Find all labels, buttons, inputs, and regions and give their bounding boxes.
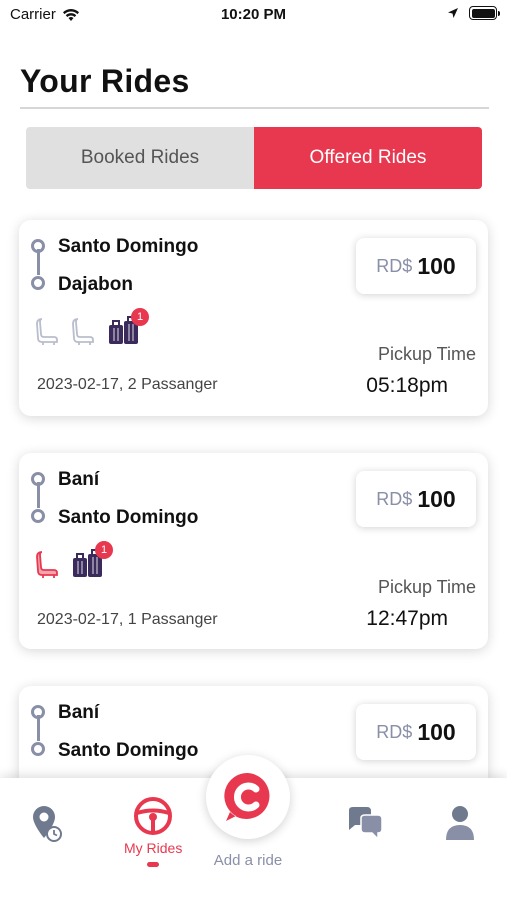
luggage-count-badge: 1 bbox=[95, 541, 113, 559]
ride-card[interactable]: Santo Domingo Dajabon 1 2023-02-17, 2 Pa… bbox=[19, 220, 488, 416]
ride-card[interactable]: Baní Santo Domingo 1 2023-02-17, 1 Passa… bbox=[19, 453, 488, 649]
profile-icon bbox=[446, 806, 474, 840]
route-line bbox=[36, 715, 40, 741]
price-value: 100 bbox=[417, 718, 456, 745]
chat-icon bbox=[349, 807, 383, 841]
price-currency: RD$ bbox=[376, 721, 413, 742]
nav-label-my-rides: My Rides bbox=[124, 840, 183, 856]
route-end-dot bbox=[31, 742, 45, 756]
active-indicator bbox=[147, 862, 160, 867]
route-end-dot bbox=[31, 276, 45, 290]
page-title: Your Rides bbox=[20, 63, 190, 99]
rides-tabs: Booked Rides Offered Rides bbox=[26, 127, 482, 189]
tab-offered-rides[interactable]: Offered Rides bbox=[254, 127, 482, 189]
route-destination: Santo Domingo bbox=[58, 507, 199, 528]
price-box: RD$ 100 bbox=[356, 471, 476, 527]
amenities: 1 bbox=[35, 541, 113, 579]
nav-item-profile[interactable] bbox=[444, 804, 476, 842]
luggage-count-badge: 1 bbox=[131, 308, 149, 326]
luggage: 1 bbox=[71, 541, 113, 579]
empty-seat-icon bbox=[36, 318, 58, 345]
add-ride-button[interactable] bbox=[206, 755, 290, 839]
pickup-time-label: Pickup Time bbox=[377, 577, 476, 597]
add-ride-logo-icon bbox=[224, 772, 270, 821]
price-box: RD$ 100 bbox=[356, 238, 476, 294]
route-destination: Dajabon bbox=[58, 274, 133, 295]
price-value: 100 bbox=[417, 485, 456, 512]
location-history-icon bbox=[33, 806, 62, 842]
location-arrow-icon bbox=[448, 8, 458, 18]
ride-date-passengers: 2023-02-17, 2 Passanger bbox=[37, 376, 218, 393]
pickup-time-label: Pickup Time bbox=[377, 344, 476, 364]
route-origin: Baní bbox=[58, 469, 100, 490]
title-divider bbox=[20, 107, 489, 109]
taken-seat-icon bbox=[36, 551, 58, 578]
price-value: 100 bbox=[417, 252, 456, 279]
price-currency: RD$ bbox=[376, 255, 413, 276]
route-origin: Baní bbox=[58, 702, 100, 723]
route: Santo Domingo Dajabon bbox=[31, 236, 281, 295]
route-origin: Santo Domingo bbox=[58, 236, 199, 257]
luggage: 1 bbox=[107, 308, 149, 346]
ride-date-passengers: 2023-02-17, 1 Passanger bbox=[37, 611, 218, 628]
route-destination: Santo Domingo bbox=[58, 740, 199, 761]
price-box: RD$ 100 bbox=[356, 704, 476, 760]
battery-icon bbox=[469, 6, 500, 20]
nav-item-my-rides[interactable]: My Rides bbox=[124, 796, 182, 867]
route-end-dot bbox=[31, 509, 45, 523]
route-line bbox=[36, 249, 40, 275]
nav-item-messages[interactable] bbox=[345, 806, 385, 842]
add-ride-label: Add a ride bbox=[213, 852, 283, 869]
status-time: 10:20 PM bbox=[220, 6, 287, 23]
pickup-time: 12:47pm bbox=[366, 607, 448, 630]
amenities: 1 bbox=[35, 308, 149, 346]
nav-item-ride-history[interactable] bbox=[30, 804, 64, 844]
status-right bbox=[447, 6, 500, 20]
pickup-time: 05:18pm bbox=[366, 374, 448, 397]
price-currency: RD$ bbox=[376, 488, 413, 509]
route: Baní Santo Domingo bbox=[31, 469, 281, 528]
tab-booked-rides[interactable]: Booked Rides bbox=[26, 127, 254, 189]
route: Baní Santo Domingo bbox=[31, 702, 281, 761]
route-line bbox=[36, 482, 40, 508]
empty-seat-icon bbox=[72, 318, 94, 345]
steering-wheel-icon bbox=[134, 797, 173, 835]
status-bar: Carrier 10:20 PM bbox=[0, 0, 507, 30]
